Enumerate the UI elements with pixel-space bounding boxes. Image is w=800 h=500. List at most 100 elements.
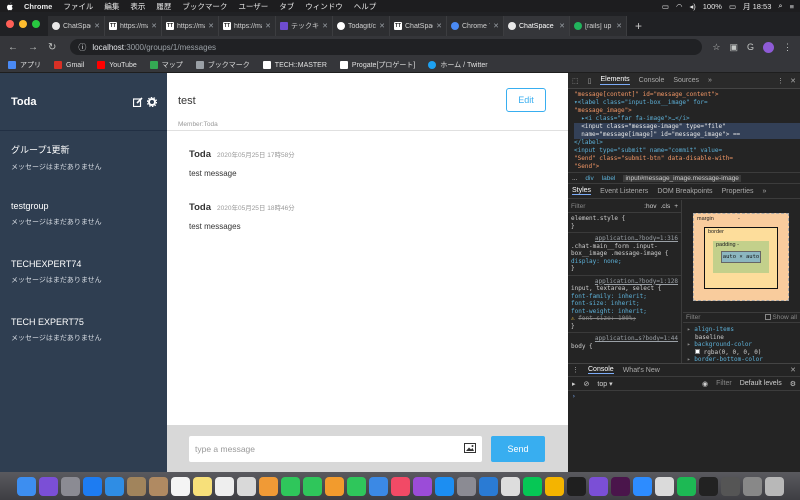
group-item[interactable]: グループ1更新 メッセージはまだありません [0,131,167,189]
close-drawer-icon[interactable]: ✕ [790,366,796,374]
device-toolbar-icon[interactable]: ▯ [588,77,592,85]
close-tab-icon[interactable]: ✕ [436,22,442,30]
dom-line[interactable]: ▾<label class="input-box__image" for= [574,99,800,107]
launchpad-icon[interactable] [60,476,80,496]
siri-icon[interactable] [38,476,58,496]
close-tab-icon[interactable]: ✕ [322,22,328,30]
tab-chrome-help[interactable]: Chrome で✕ [447,16,504,36]
tab-sources[interactable]: Sources [673,77,699,84]
podcasts-icon[interactable] [412,476,432,496]
close-tab-icon[interactable]: ✕ [493,22,499,30]
apple-icon[interactable] [6,2,14,11]
show-all-checkbox[interactable]: Show all [764,314,797,321]
tab-techmaster-1[interactable]: TT https://ma ✕ [105,16,162,36]
contacts-icon[interactable] [148,476,168,496]
color-swatch[interactable] [695,348,700,354]
subtab-styles[interactable]: Styles [572,187,592,195]
facetime-icon[interactable] [302,476,322,496]
more-subtabs-icon[interactable]: » [762,188,766,195]
gear-icon[interactable] [146,96,158,109]
menu-window[interactable]: ウィンドウ [305,1,343,12]
box-model-content[interactable]: auto × auto [721,251,761,263]
crumb[interactable]: label [602,175,616,182]
subtab-event-listeners[interactable]: Event Listeners [600,188,648,195]
hov-toggle[interactable]: :hov [644,203,656,210]
rule-source-link[interactable]: application…?body=1:316 [595,235,678,243]
volume-icon[interactable]: ◂) [690,2,696,11]
sidebar-toggle-icon[interactable]: ▸ [572,380,576,388]
profile-avatar[interactable] [763,41,774,53]
spotify-icon[interactable] [676,476,696,496]
back-icon[interactable]: ← [8,42,18,53]
box-model-margin[interactable]: margin - border padding - auto × auto [693,213,789,301]
preview-icon[interactable] [654,476,674,496]
info-icon[interactable]: ⓘ [78,42,86,53]
music-icon[interactable] [390,476,410,496]
cls-toggle[interactable]: .cls [660,203,670,210]
messages-icon[interactable] [280,476,300,496]
wifi-icon[interactable]: ◠ [676,2,683,11]
terminal-icon[interactable] [566,476,586,496]
menu-history[interactable]: 履歴 [156,1,171,12]
close-tab-icon[interactable]: ✕ [94,22,100,30]
dom-line[interactable]: </label> [574,139,800,147]
extension-g-icon[interactable]: G [747,42,754,52]
extension-icon[interactable]: ▣ [729,42,738,53]
tab-elements[interactable]: Elements [600,76,630,85]
keynote-icon[interactable] [368,476,388,496]
finder-icon[interactable] [16,476,36,496]
dom-line-selected[interactable]: <input class="message-image" type="file" [574,123,800,131]
close-tab-icon[interactable]: ✕ [379,22,385,30]
calendar-icon[interactable] [170,476,190,496]
bookmark-twitter[interactable]: ホーム / Twitter [428,60,488,70]
style-rule[interactable]: application…s?body=1:44 body { [568,333,681,352]
inspect-icon[interactable]: ⬚ [572,77,579,85]
computed-property[interactable]: ▸ background-color [687,341,763,349]
dom-line-selected[interactable]: name="message[image]" id="message_image"… [574,131,800,139]
close-window-button[interactable] [6,20,14,28]
crumb[interactable]: ... [572,175,577,182]
computed-filter[interactable]: Filter Show all [683,312,800,323]
battery-percent[interactable]: 100% [703,2,722,11]
crumb[interactable]: div [585,175,593,182]
zoom-window-button[interactable] [32,20,40,28]
box-model-padding[interactable]: padding - auto × auto [713,241,769,273]
dom-line[interactable]: "message[content]" id="message_content"> [574,91,800,99]
chrome-icon[interactable] [500,476,520,496]
dom-line[interactable]: ▸<i class="far fa-image">…</i> [574,115,800,123]
style-rule[interactable]: application…?body=1:316 .chat-main__form… [568,233,681,276]
add-rule-icon[interactable]: + [674,203,678,210]
close-tab-icon[interactable]: ✕ [559,22,565,30]
system-preferences-icon[interactable] [456,476,476,496]
photos-icon[interactable] [258,476,278,496]
subtab-dom-breakpoints[interactable]: DOM Breakpoints [657,188,712,195]
style-rule[interactable]: application…?body=1:128 input, textarea,… [568,276,681,333]
context-select[interactable]: top ▾ [597,380,612,388]
finder-2-icon[interactable] [742,476,762,496]
group-item[interactable]: TECH EXPERT75 メッセージはまだありません [0,305,167,363]
control-center-icon[interactable]: ≡ [790,2,794,11]
tab-techmaster-2[interactable]: TT https://ma ✕ [162,16,219,36]
notes-app-icon[interactable] [126,476,146,496]
forward-icon[interactable]: → [28,42,38,53]
safari-icon[interactable] [82,476,102,496]
reload-icon[interactable]: ↻ [48,42,56,53]
close-tab-icon[interactable]: ✕ [616,22,622,30]
dom-line[interactable]: "Send" class="submit-btn" data-disable-w… [574,155,800,163]
app-store-icon[interactable] [434,476,454,496]
battery-icon[interactable]: ▭ [729,2,736,11]
tab-techmaster-3[interactable]: TT https://ma ✕ [219,16,276,36]
message-input[interactable]: type a message [189,435,482,462]
zoom-icon[interactable] [632,476,652,496]
menu-file[interactable]: ファイル [63,1,93,12]
console-settings-icon[interactable]: ⚙ [790,380,796,388]
console-prompt[interactable]: › [568,391,800,402]
rule-source-link[interactable]: application…s?body=1:44 [595,335,678,343]
bookmark-progate[interactable]: Progate[プロゲート] [339,60,415,70]
new-tab-icon[interactable]: + [635,19,642,33]
menu-bookmarks[interactable]: ブックマーク [182,1,227,12]
style-rule[interactable]: element.style {} [568,213,681,233]
github-desktop-icon[interactable] [588,476,608,496]
drawer-tab-whats-new[interactable]: What's New [623,367,660,374]
rule-source-link[interactable]: application…?body=1:128 [595,278,678,286]
